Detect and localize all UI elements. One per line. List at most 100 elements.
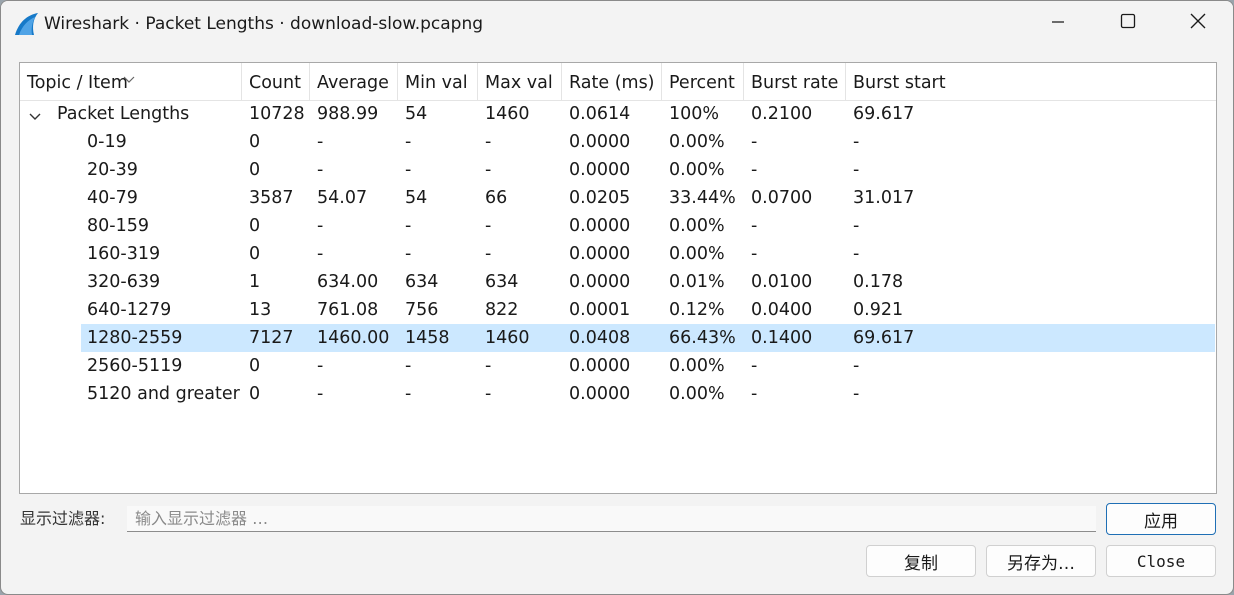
column-header-topic[interactable]: Topic / Item <box>20 63 242 101</box>
min-val-cell: - <box>405 216 412 236</box>
table-row[interactable]: 320-639 1 634.00 634 634 0.0000 0.01% 0.0100 0.1… <box>20 268 1216 296</box>
display-filter-input[interactable] <box>127 506 1096 532</box>
percent-cell: 0.12% <box>669 300 725 320</box>
column-header-label: Count <box>249 73 301 93</box>
rate-cell: 0.0614 <box>569 104 631 124</box>
burst-start-cell: - <box>853 244 860 264</box>
column-header-label: Rate (ms) <box>569 73 655 93</box>
column-header-burst-rate[interactable]: Burst rate <box>744 63 846 101</box>
column-header-label: Burst start <box>853 73 946 93</box>
burst-start-cell: - <box>853 356 860 376</box>
rate-cell: 0.0000 <box>569 356 631 376</box>
average-cell: 761.08 <box>317 300 379 320</box>
min-val-cell: - <box>405 244 412 264</box>
table-row[interactable]: 80-159 0 - - - 0.0000 0.00% - - <box>20 212 1216 240</box>
burst-start-cell: 31.017 <box>853 188 915 208</box>
burst-start-cell: - <box>853 216 860 236</box>
percent-cell: 66.43% <box>669 328 736 348</box>
column-header-average[interactable]: Average <box>310 63 398 101</box>
count-cell: 0 <box>249 132 261 152</box>
burst-rate-cell: 0.2100 <box>751 104 813 124</box>
expand-chevron-icon[interactable] <box>28 108 42 120</box>
average-cell: - <box>317 216 324 236</box>
column-header-min-val[interactable]: Min val <box>398 63 478 101</box>
min-val-cell: 756 <box>405 300 439 320</box>
min-val-cell: 634 <box>405 272 439 292</box>
burst-start-cell: 0.178 <box>853 272 904 292</box>
burst-rate-cell: - <box>751 384 758 404</box>
column-header-percent[interactable]: Percent <box>662 63 744 101</box>
min-val-cell: - <box>405 132 412 152</box>
minimize-button[interactable] <box>1023 1 1093 45</box>
tree-root-row[interactable]: Packet Lengths 10728 988.99 54 1460 0.0614 100… <box>20 100 1216 128</box>
burst-start-cell: 0.921 <box>853 300 904 320</box>
burst-rate-cell: - <box>751 132 758 152</box>
percent-cell: 33.44% <box>669 188 736 208</box>
count-cell: 0 <box>249 160 261 180</box>
burst-rate-cell: 0.1400 <box>751 328 813 348</box>
close-icon <box>1190 13 1206 33</box>
rate-cell: 0.0001 <box>569 300 631 320</box>
column-header-burst-start[interactable]: Burst start <box>846 63 1216 101</box>
rate-cell: 0.0000 <box>569 244 631 264</box>
burst-rate-cell: - <box>751 356 758 376</box>
packet-lengths-dialog: Wireshark · Packet Lengths · download-sl… <box>0 0 1234 595</box>
topic-item-cell: 0-19 <box>87 132 127 152</box>
maximize-button[interactable] <box>1093 1 1163 45</box>
table-row[interactable]: 5120 and greater 0 - - - 0.0000 0.00% - - <box>20 380 1216 408</box>
percent-cell: 0.00% <box>669 356 725 376</box>
topic-item-cell: 5120 and greater <box>87 384 240 404</box>
maximize-icon <box>1120 13 1136 33</box>
average-cell: - <box>317 132 324 152</box>
save-as-button[interactable]: 另存为… <box>986 545 1096 577</box>
topic-item-cell: 1280-2559 <box>87 328 183 348</box>
rate-cell: 0.0000 <box>569 216 631 236</box>
column-header-max-val[interactable]: Max val <box>478 63 562 101</box>
burst-rate-cell: 0.0700 <box>751 188 813 208</box>
rate-cell: 0.0000 <box>569 132 631 152</box>
burst-start-cell: - <box>853 132 860 152</box>
max-val-cell: 634 <box>485 272 519 292</box>
percent-cell: 0.00% <box>669 132 725 152</box>
close-window-button[interactable] <box>1163 1 1233 45</box>
table-row[interactable]: 20-39 0 - - - 0.0000 0.00% - - <box>20 156 1216 184</box>
stats-tree-table[interactable]: Topic / Item Count Average Min val Max v… <box>19 62 1217 494</box>
burst-start-cell: 69.617 <box>853 328 915 348</box>
column-header-rate[interactable]: Rate (ms) <box>562 63 662 101</box>
table-row[interactable]: 0-19 0 - - - 0.0000 0.00% - - <box>20 128 1216 156</box>
table-row[interactable]: 40-79 3587 54.07 54 66 0.0205 33.44% 0.0700 31.0… <box>20 184 1216 212</box>
min-val-cell: 1458 <box>405 328 450 348</box>
burst-start-cell: - <box>853 384 860 404</box>
close-button[interactable]: Close <box>1106 545 1216 577</box>
column-header-label: Max val <box>485 73 553 93</box>
topic-item-cell: 320-639 <box>87 272 161 292</box>
table-row[interactable]: 640-1279 13 761.08 756 822 0.0001 0.12% 0.0400 0… <box>20 296 1216 324</box>
count-cell: 0 <box>249 244 261 264</box>
table-row[interactable]: 160-319 0 - - - 0.0000 0.00% - - <box>20 240 1216 268</box>
max-val-cell: - <box>485 384 492 404</box>
count-cell: 0 <box>249 356 261 376</box>
max-val-cell: 822 <box>485 300 519 320</box>
percent-cell: 0.00% <box>669 216 725 236</box>
min-val-cell: 54 <box>405 188 428 208</box>
topic-item-cell: 80-159 <box>87 216 149 236</box>
title-bar[interactable]: Wireshark · Packet Lengths · download-sl… <box>1 1 1233 47</box>
count-cell: 0 <box>249 384 261 404</box>
display-filter-label: 显示过滤器: <box>20 509 106 528</box>
burst-rate-cell: - <box>751 160 758 180</box>
rate-cell: 0.0000 <box>569 384 631 404</box>
copy-button[interactable]: 复制 <box>866 545 976 577</box>
column-header-count[interactable]: Count <box>242 63 310 101</box>
minimize-icon <box>1051 14 1065 33</box>
percent-cell: 0.00% <box>669 384 725 404</box>
average-cell: 988.99 <box>317 104 379 124</box>
table-row[interactable]: 1280-2559 7127 1460.00 1458 1460 0.0408 66.43%… <box>20 324 1216 352</box>
column-header-label: Percent <box>669 73 735 93</box>
count-cell: 1 <box>249 272 261 292</box>
apply-button[interactable]: 应用 <box>1106 503 1216 535</box>
average-cell: - <box>317 384 324 404</box>
average-cell: 634.00 <box>317 272 379 292</box>
column-header-label: Topic / Item <box>27 73 128 93</box>
max-val-cell: - <box>485 132 492 152</box>
table-row[interactable]: 2560-5119 0 - - - 0.0000 0.00% - - <box>20 352 1216 380</box>
